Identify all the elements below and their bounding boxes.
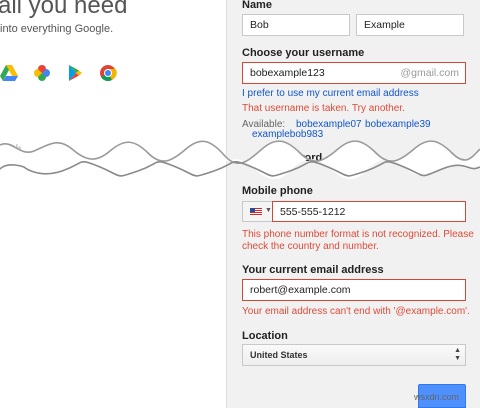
last-name-input[interactable]: Example <box>356 14 464 36</box>
first-name-input[interactable]: Bob <box>242 14 350 36</box>
use-current-email-link[interactable]: I prefer to use my current email address <box>242 87 419 100</box>
username-input[interactable]: bobexample123 @gmail.com <box>242 62 466 84</box>
name-label: Name <box>242 0 272 11</box>
google-play-icon <box>69 65 82 81</box>
username-label: Choose your username <box>242 47 365 59</box>
google-drive-icon <box>0 65 18 81</box>
promo-headline: all you need <box>0 0 128 19</box>
promo-subline: into everything Google. <box>0 23 114 35</box>
current-email-input[interactable]: robert@example.com <box>242 279 466 301</box>
promo-panel: all you need into everything Google. <box>0 0 226 408</box>
phone-error-line2: check the country and number. <box>242 241 379 252</box>
mobile-phone-label: Mobile phone <box>242 185 313 197</box>
username-error: That username is taken. Try another. <box>242 103 405 114</box>
watermark: wsxdn.com <box>414 392 460 402</box>
email-error: Your email address can't end with '@exam… <box>242 306 470 317</box>
mobile-phone-input[interactable]: 555-555-1212 <box>272 201 466 222</box>
google-photos-icon <box>34 65 50 81</box>
us-flag-icon <box>250 208 262 216</box>
gmail-suffix: @gmail.com <box>400 67 459 79</box>
torn-page-divider <box>0 140 480 180</box>
select-arrows-icon: ▲ ▼ <box>454 347 461 362</box>
google-chrome-icon <box>100 65 117 81</box>
location-selected-value: United States <box>250 350 308 360</box>
current-email-label: Your current email address <box>242 264 384 276</box>
caret-down-icon: ▼ <box>265 207 272 214</box>
location-select[interactable]: United States ▲ ▼ <box>242 344 466 366</box>
location-label: Location <box>242 330 288 342</box>
country-flag-dropdown[interactable]: ▼ <box>242 201 272 222</box>
app-icons-row <box>0 64 117 82</box>
username-value: bobexample123 <box>250 67 325 79</box>
